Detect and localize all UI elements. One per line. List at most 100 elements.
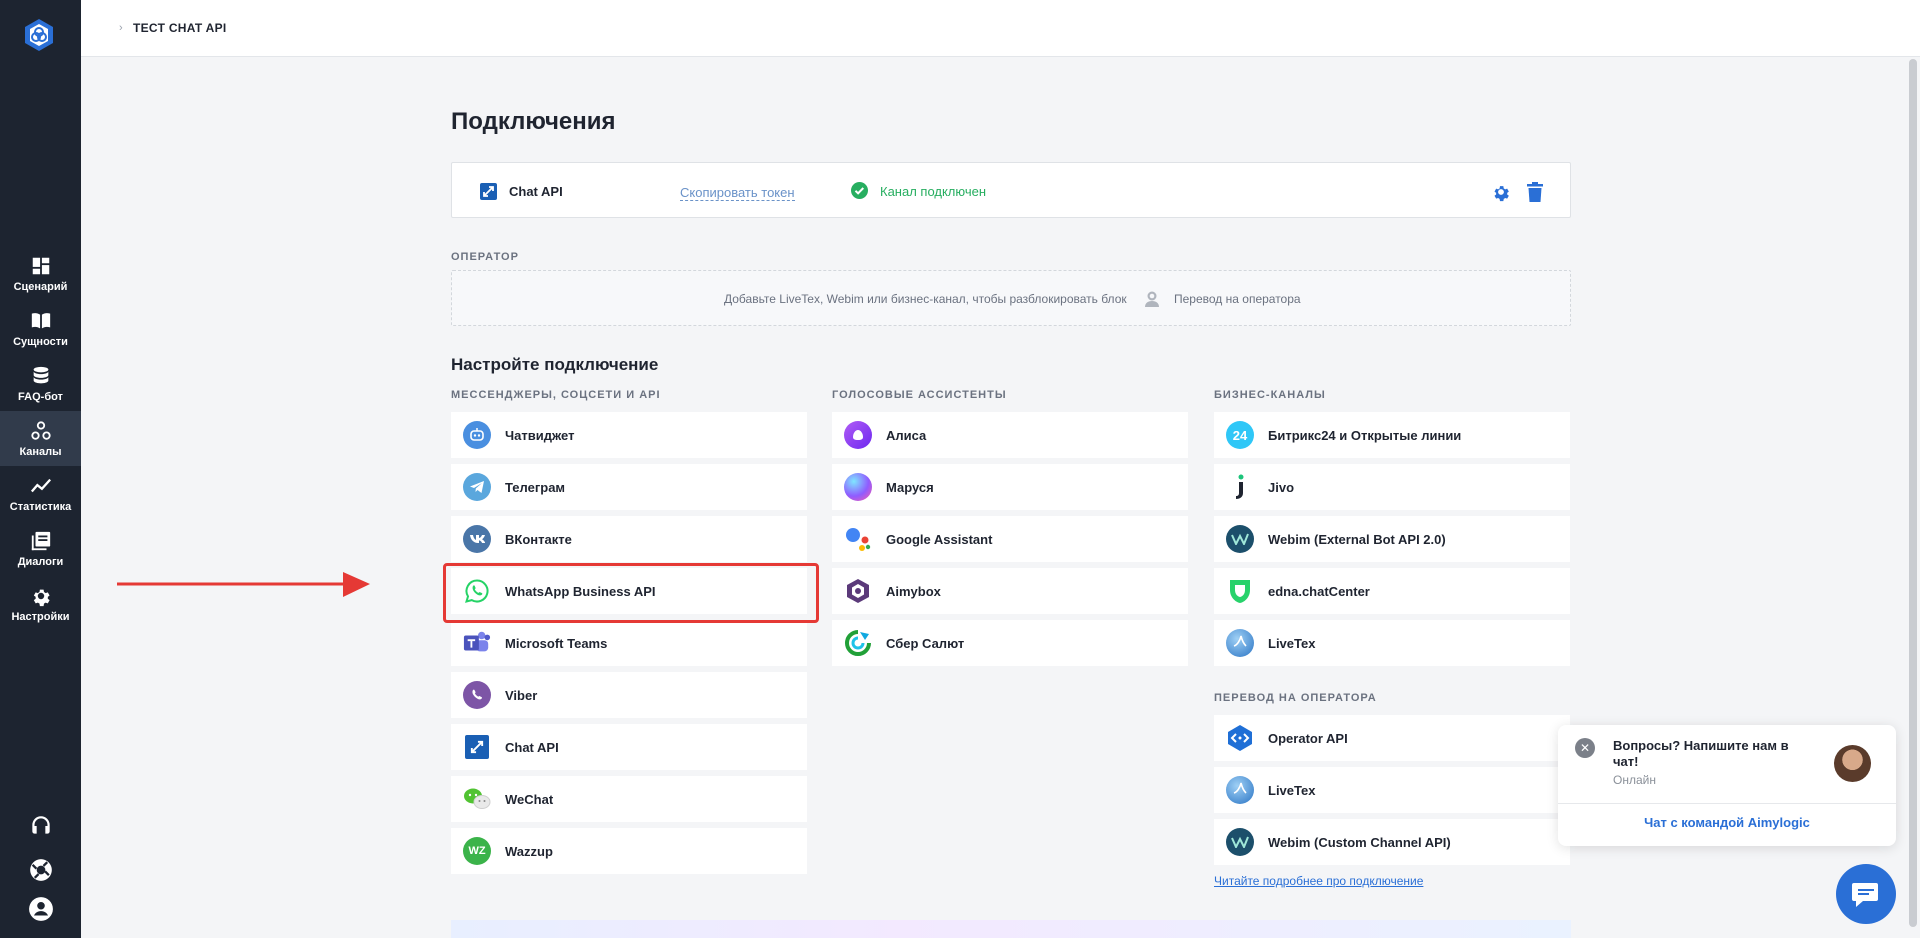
sidebar-item-faq-bot[interactable]: FAQ-бот — [0, 356, 81, 411]
sidebar-item-label: Сценарий — [13, 280, 68, 293]
chart-line-icon — [30, 478, 51, 492]
edna-icon — [1226, 577, 1254, 605]
voice-list: Алиса Маруся Google Assistant Aimybox Сб… — [832, 412, 1188, 672]
copy-token-link[interactable]: Скопировать токен — [680, 185, 795, 201]
channel-aimybox[interactable]: Aimybox — [832, 568, 1188, 614]
breadcrumb-project[interactable]: ТЕСТ CHAT API — [133, 21, 227, 35]
channel-bitrix24[interactable]: 24 Битрикс24 и Открытые линии — [1214, 412, 1570, 458]
channel-label: Operator API — [1268, 730, 1348, 746]
channel-wechat[interactable]: WeChat — [451, 776, 807, 822]
channel-label: Viber — [505, 687, 538, 703]
channel-label: Google Assistant — [886, 531, 993, 547]
bottom-banner — [451, 920, 1571, 938]
operator-hint: Добавьте LiveTex, Webim или бизнес-канал… — [724, 292, 1127, 306]
channel-telegram[interactable]: Телеграм — [451, 464, 807, 510]
sidebar-item-settings[interactable]: Настройки — [0, 576, 81, 631]
channel-wazzup[interactable]: WZ Wazzup — [451, 828, 807, 874]
headset-icon — [31, 816, 50, 834]
read-more-link[interactable]: Читайте подробнее про подключение — [1214, 874, 1423, 888]
google-assistant-icon — [844, 525, 872, 553]
channel-marusya[interactable]: Маруся — [832, 464, 1188, 510]
chat-question: Вопросы? Напишите нам в чат! — [1613, 738, 1789, 769]
sidebar-item-entities[interactable]: Сущности — [0, 301, 81, 356]
channel-chatwidget[interactable]: Чатвиджет — [451, 412, 807, 458]
highlight-box — [443, 563, 819, 623]
sidebar-item-label: FAQ-бот — [18, 390, 63, 403]
messengers-list: Чатвиджет Телеграм ВКонтакте WhatsApp Bu… — [451, 412, 807, 880]
chat-api-icon — [480, 183, 497, 200]
channel-operator-api[interactable]: Operator API — [1214, 715, 1570, 761]
operator-caption: ОПЕРАТОР — [451, 251, 519, 263]
chat-team-button[interactable]: Чат с командой Aimylogic — [1558, 815, 1896, 830]
channel-google-assistant[interactable]: Google Assistant — [832, 516, 1188, 562]
viber-icon — [463, 681, 491, 709]
channel-livetex[interactable]: LiveTex — [1214, 620, 1570, 666]
database-icon — [33, 366, 48, 383]
channel-label: Битрикс24 и Открытые линии — [1268, 427, 1462, 443]
sidebar-item-dialogs[interactable]: Диалоги — [0, 521, 81, 576]
channel-sber-salute[interactable]: Сбер Салют — [832, 620, 1188, 666]
profile-button[interactable] — [0, 896, 81, 922]
channel-label: Microsoft Teams — [505, 635, 608, 651]
chat-widget-icon — [463, 421, 491, 449]
gear-icon[interactable] — [1491, 182, 1511, 202]
livetex-icon — [1226, 629, 1254, 657]
wazzup-icon: WZ — [463, 837, 491, 865]
user-icon — [28, 897, 53, 921]
channel-viber[interactable]: Viber — [451, 672, 807, 718]
sber-salute-icon — [844, 629, 872, 657]
sidebar-item-label: Диалоги — [17, 555, 64, 568]
help-button[interactable] — [0, 857, 81, 883]
connection-card: Chat API Скопировать токен Канал подключ… — [451, 162, 1571, 218]
wechat-icon — [463, 785, 491, 813]
telegram-icon — [463, 473, 491, 501]
divider — [1558, 803, 1896, 804]
channel-chat-api[interactable]: Chat API — [451, 724, 807, 770]
trash-icon[interactable] — [1526, 182, 1544, 202]
bitrix24-icon: 24 — [1226, 421, 1254, 449]
livetex-icon — [1226, 776, 1254, 804]
check-circle-icon — [851, 182, 868, 199]
sidebar-item-scenario[interactable]: Сценарий — [0, 246, 81, 301]
sidebar-item-label: Настройки — [11, 610, 70, 623]
sidebar-item-label: Сущности — [13, 335, 68, 348]
channel-jivo[interactable]: Jivo — [1214, 464, 1570, 510]
gear-icon — [33, 589, 50, 606]
close-icon[interactable]: ✕ — [1575, 738, 1595, 758]
scrollbar-thumb[interactable] — [1909, 59, 1917, 927]
channel-webim-external[interactable]: Webim (External Bot API 2.0) — [1214, 516, 1570, 562]
channel-label: Chat API — [505, 739, 559, 755]
channel-microsoft-teams[interactable]: Microsoft Teams — [451, 620, 807, 666]
operator-label: Перевод на оператора — [1174, 292, 1301, 306]
chat-open-button[interactable] — [1836, 864, 1896, 924]
sidebar-item-statistics[interactable]: Статистика — [0, 466, 81, 521]
channel-livetex-operator[interactable]: LiveTex — [1214, 767, 1570, 813]
chat-bubble-icon — [1852, 883, 1878, 907]
vk-icon — [463, 525, 491, 553]
scrollbar[interactable] — [1906, 57, 1920, 938]
arrow-right-icon — [117, 572, 370, 597]
channel-label: ВКонтакте — [505, 531, 572, 547]
connection-name: Chat API — [509, 184, 563, 199]
business-list: 24 Битрикс24 и Открытые линии Jivo Webim… — [1214, 412, 1570, 672]
channel-label: Webim (External Bot API 2.0) — [1268, 531, 1446, 547]
channel-alisa[interactable]: Алиса — [832, 412, 1188, 458]
channel-webim-custom[interactable]: Webim (Custom Channel API) — [1214, 819, 1570, 865]
chat-api-icon — [465, 735, 489, 759]
transfer-list: Operator API LiveTex Webim (Custom Chann… — [1214, 715, 1570, 871]
operator-icon — [1145, 291, 1159, 307]
sidebar-item-channels[interactable]: Каналы — [0, 411, 81, 466]
channel-label: Телеграм — [505, 479, 566, 495]
channel-label: Алиса — [886, 427, 927, 443]
channel-vkontakte[interactable]: ВКонтакте — [451, 516, 807, 562]
channel-label: Маруся — [886, 479, 934, 495]
aimybox-icon — [844, 577, 872, 605]
channel-edna[interactable]: edna.chatCenter — [1214, 568, 1570, 614]
aimylogic-logo[interactable] — [22, 18, 56, 52]
voice-caption: ГОЛОСОВЫЕ АССИСТЕНТЫ — [832, 389, 1007, 401]
channel-label: Jivo — [1268, 479, 1295, 495]
channel-label: Aimybox — [886, 583, 941, 599]
support-button[interactable] — [0, 813, 81, 839]
connection-status: Канал подключен — [880, 184, 987, 199]
chevron-right-icon: › — [119, 22, 123, 34]
